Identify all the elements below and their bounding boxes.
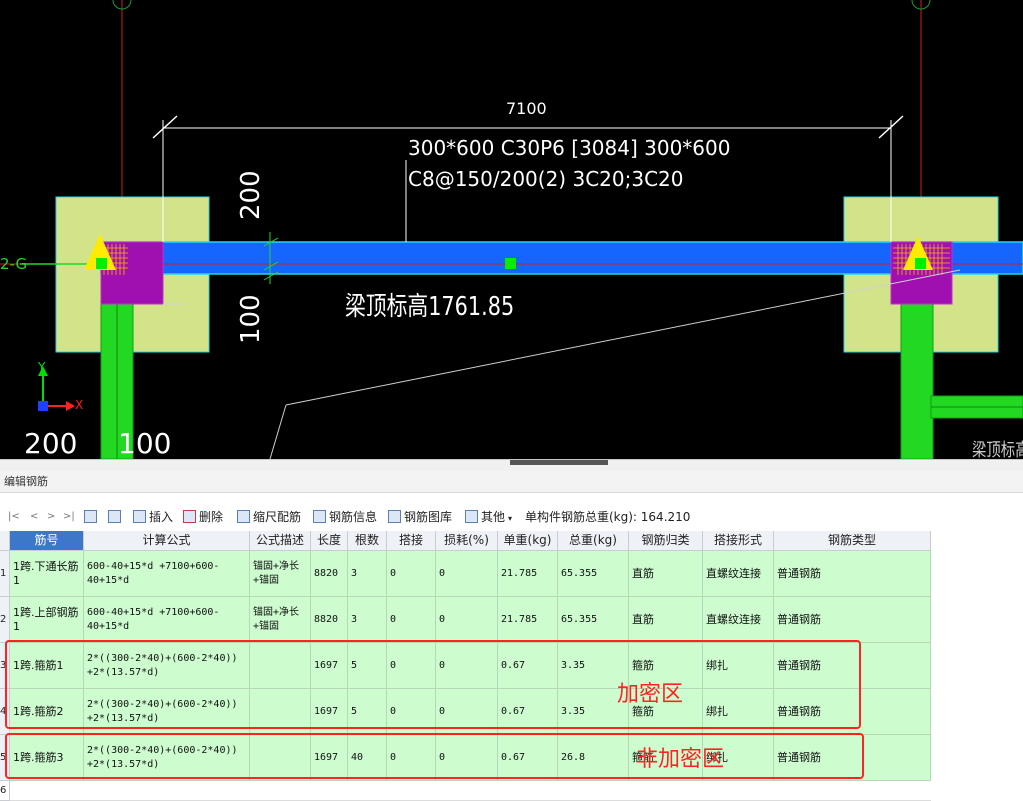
cell-lap-type[interactable]: 直螺纹连接 [703,597,774,643]
cell-count[interactable]: 3 [348,597,387,643]
cell-rebar-type[interactable]: 普通钢筋 [774,597,931,643]
cell-formula[interactable]: 600-40+15*d +7100+600-40+15*d [84,551,250,597]
column-header-category[interactable]: 钢筋归类 [629,531,703,551]
table-corner [0,531,10,551]
move-up-icon [84,510,97,523]
insert-icon [133,510,146,523]
ucs-x-label: X [75,398,84,412]
rebar-library-label: 钢筋图库 [404,510,453,524]
column-right-down [900,303,934,459]
cell-total-weight[interactable]: 65.355 [558,597,629,643]
cell-loss[interactable]: 0 [436,597,498,643]
grip-mid [505,258,516,269]
row-header[interactable]: 1 [0,551,10,597]
nav-next-button[interactable]: > [47,508,55,526]
column-header-lap[interactable]: 搭接 [387,531,436,551]
splitter-grip[interactable] [510,460,608,465]
scale-rebar-button[interactable]: 缩尺配筋 [237,508,301,526]
column-header-length[interactable]: 长度 [311,531,348,551]
dense-zone-highlight [5,640,861,729]
other-label: 其他 [481,510,506,524]
new-row[interactable] [10,781,931,801]
column-header-unit-weight[interactable]: 单重(kg) [498,531,558,551]
move-down-icon [108,510,121,523]
library-icon [388,510,401,523]
edit-rebar-panel: 编辑钢筋 |< < > >| 插入 删除 缩尺配筋 钢筋信息 钢筋图库 其他 ▾ … [0,459,1023,801]
bottom-dim-2: 100 [118,427,172,459]
cell-unit-weight[interactable]: 21.785 [498,597,558,643]
nav-first-button[interactable]: |< [8,508,20,526]
grip-left [96,258,107,269]
rebar-toolbar: |< < > >| 插入 删除 缩尺配筋 钢筋信息 钢筋图库 其他 ▾ 单构件钢筋… [0,505,1023,529]
column-header-rebar-name[interactable]: 筋号 [10,531,84,551]
row-header[interactable]: 2 [0,597,10,643]
beam-label-line1: 300*600 C30P6 [3084] 300*600 [408,136,731,160]
delete-button[interactable]: 删除 [183,508,223,526]
cad-canvas[interactable] [0,0,1023,459]
row-header-new[interactable]: 6 [0,781,10,801]
cell-formula[interactable]: 600-40+15*d +7100+600-40+15*d [84,597,250,643]
column-header-formula-desc[interactable]: 公式描述 [250,531,311,551]
rebar-library-button[interactable]: 钢筋图库 [388,508,452,526]
beam-blue [100,241,1023,275]
scale-label: 缩尺配筋 [253,510,302,524]
vertical-dim-bottom: 100 [236,294,266,344]
nav-prev-button[interactable]: < [30,508,38,526]
insert-button[interactable]: 插入 [133,508,173,526]
cell-count[interactable]: 3 [348,551,387,597]
other-menu-button[interactable]: 其他 ▾ [465,508,512,526]
span-dimension-text: 7100 [506,99,547,118]
right-edge-text: 梁顶标高 [972,440,1023,459]
move-down-button[interactable] [108,508,124,526]
cell-loss[interactable]: 0 [436,551,498,597]
axis-label-2g: 2-G [0,255,28,273]
scale-icon [237,510,250,523]
cell-rebar-type[interactable]: 普通钢筋 [774,551,931,597]
chevron-down-icon: ▾ [508,514,513,523]
non-dense-zone-label: 非加密区 [636,747,725,772]
column-header-loss[interactable]: 损耗(%) [436,531,498,551]
cell-lap[interactable]: 0 [387,551,436,597]
cell-total-weight[interactable]: 65.355 [558,551,629,597]
column-header-rebar-type[interactable]: 钢筋类型 [774,531,931,551]
cell-formula-desc[interactable]: 锚固+净长+锚固 [250,597,311,643]
cell-length[interactable]: 8820 [311,597,348,643]
insert-label: 插入 [149,510,174,524]
vertical-dim-top: 200 [236,170,266,220]
column-header-count[interactable]: 根数 [348,531,387,551]
cell-length[interactable]: 8820 [311,551,348,597]
grip-right [915,258,926,269]
beam-label-line2: C8@150/200(2) 3C20;3C20 [408,167,684,191]
total-weight-label: 单构件钢筋总重(kg): 164.210 [525,510,691,524]
rebar-info-button[interactable]: 钢筋信息 [313,508,377,526]
cell-unit-weight[interactable]: 21.785 [498,551,558,597]
cell-lap-type[interactable]: 直螺纹连接 [703,551,774,597]
column-header-formula[interactable]: 计算公式 [84,531,250,551]
info-icon [313,510,326,523]
dense-zone-label: 加密区 [617,682,684,707]
ucs-y-label: Y [38,360,46,374]
bottom-dim-1: 200 [24,427,78,459]
other-icon [465,510,478,523]
column-header-total-weight[interactable]: 总重(kg) [558,531,629,551]
cell-rebar-name[interactable]: 1跨.下通长筋1 [10,551,84,597]
cell-category[interactable]: 直筋 [629,597,703,643]
delete-label: 删除 [199,510,224,524]
cad-drawing-view[interactable]: 7100 300*600 C30P6 [3084] 300*600 C8@150… [0,0,1023,459]
panel-title: 编辑钢筋 [0,471,1023,493]
rebar-info-label: 钢筋信息 [329,510,378,524]
non-dense-zone-highlight [5,733,864,779]
column-head-left [100,241,164,305]
nav-last-button[interactable]: >| [63,508,75,526]
beam-elevation-text: 梁顶标高1761.85 [345,292,515,322]
cell-formula-desc[interactable]: 锚固+净长+锚固 [250,551,311,597]
cell-category[interactable]: 直筋 [629,551,703,597]
cell-rebar-name[interactable]: 1跨.上部钢筋1 [10,597,84,643]
move-up-button[interactable] [84,508,100,526]
delete-icon [183,510,196,523]
cell-lap[interactable]: 0 [387,597,436,643]
column-header-lap-type[interactable]: 搭接形式 [703,531,774,551]
